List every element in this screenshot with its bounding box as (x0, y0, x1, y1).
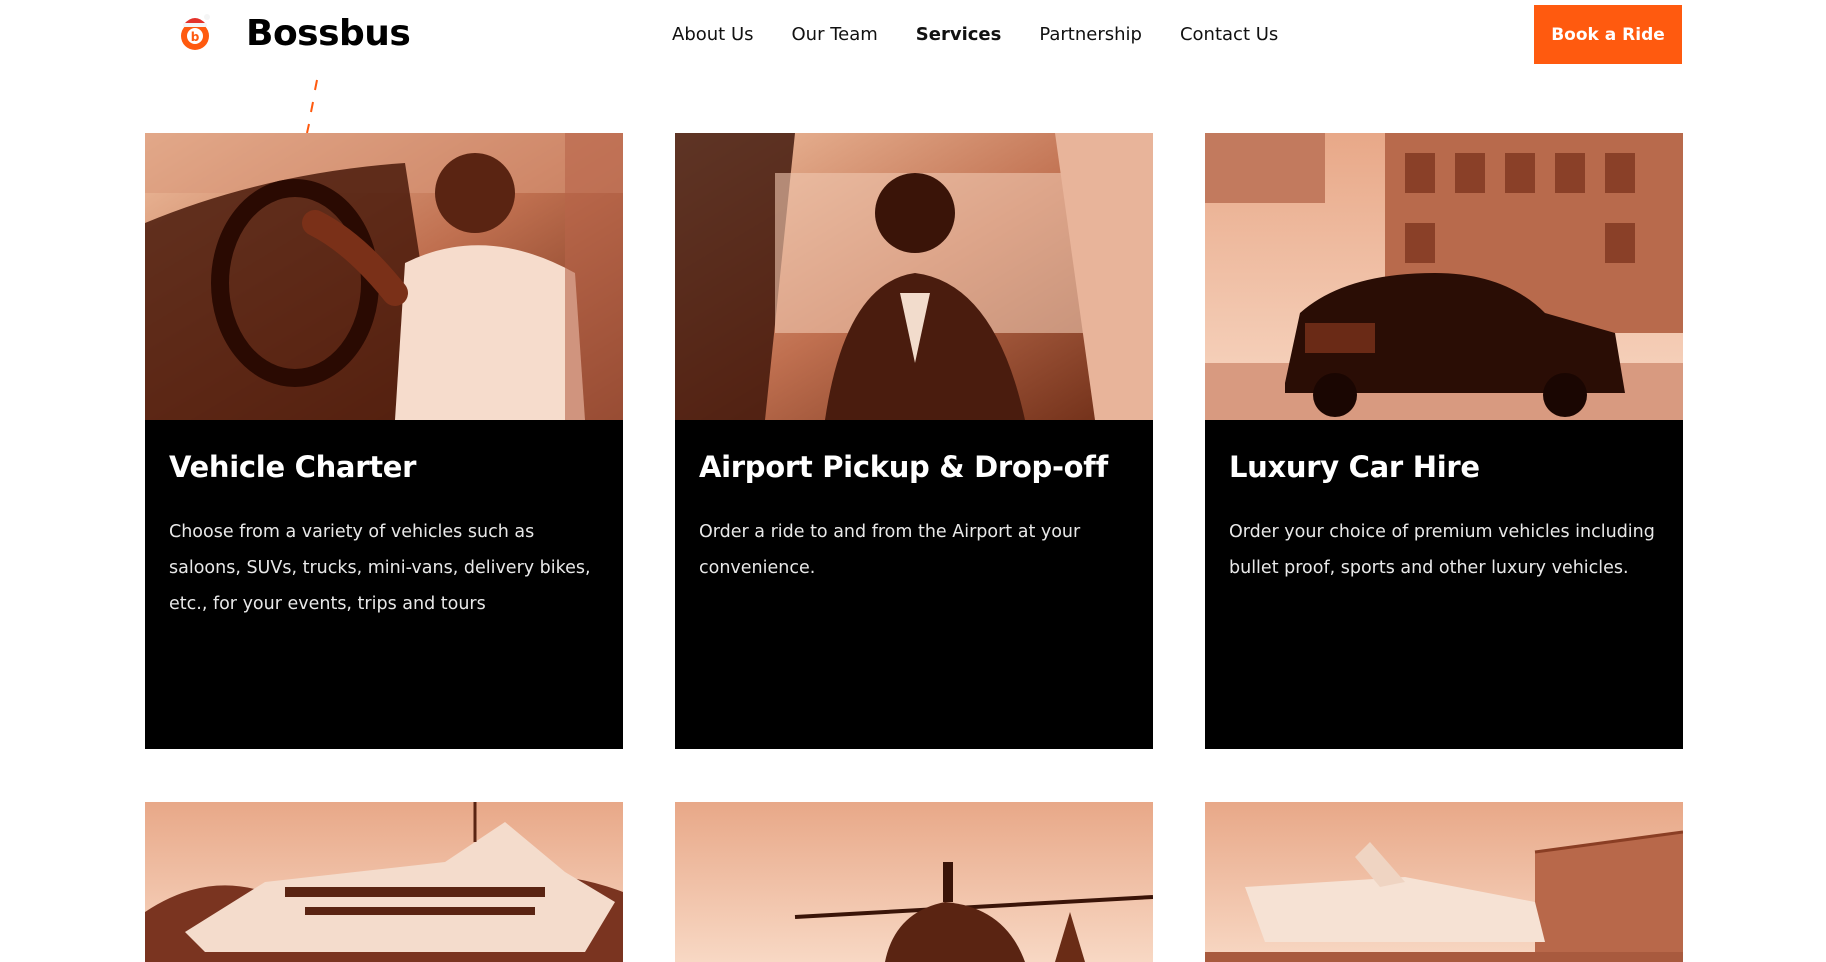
service-card-luxury-car-hire[interactable]: Luxury Car Hire Order your choice of pre… (1205, 133, 1683, 749)
service-title: Airport Pickup & Drop-off (699, 450, 1108, 484)
service-description: Order your choice of premium vehicles in… (1229, 522, 1655, 578)
service-card-helicopter[interactable] (675, 802, 1153, 962)
service-description: Order a ride to and from the Airport at … (699, 522, 1081, 578)
service-title: Luxury Car Hire (1229, 450, 1480, 484)
service-card-yacht[interactable] (145, 802, 623, 962)
driver-at-wheel-photo (145, 133, 623, 420)
decorative-dashes (306, 79, 318, 134)
svg-text:b: b (191, 30, 200, 44)
bus-badge-santa-hat-icon[interactable]: b (178, 12, 212, 52)
main-nav: About Us Our Team Services Partnership C… (672, 22, 1316, 48)
service-card-body: Vehicle Charter Choose from a variety of… (145, 420, 623, 749)
service-description: Choose from a variety of vehicles such a… (169, 522, 591, 614)
helicopter-photo (675, 802, 1153, 962)
brand-name[interactable]: Bossbus (246, 12, 411, 56)
service-card-private-jet[interactable] (1205, 802, 1683, 962)
service-title: Vehicle Charter (169, 450, 417, 484)
nav-item-services[interactable]: Services (916, 22, 1002, 48)
private-jet-photo (1205, 802, 1683, 962)
passenger-in-back-seat-photo (675, 133, 1153, 420)
luxury-sedan-photo (1205, 133, 1683, 420)
nav-item-our-team[interactable]: Our Team (792, 22, 878, 48)
service-card-body: Airport Pickup & Drop-off Order a ride t… (675, 420, 1153, 749)
service-card-vehicle-charter[interactable]: Vehicle Charter Choose from a variety of… (145, 133, 623, 749)
nav-item-partnership[interactable]: Partnership (1039, 22, 1142, 48)
service-card-airport-pickup[interactable]: Airport Pickup & Drop-off Order a ride t… (675, 133, 1153, 749)
nav-item-contact-us[interactable]: Contact Us (1180, 22, 1278, 48)
book-a-ride-button[interactable]: Book a Ride (1534, 5, 1682, 64)
service-card-body: Luxury Car Hire Order your choice of pre… (1205, 420, 1683, 749)
site-header: b Bossbus About Us Our Team Services Par… (0, 0, 1826, 70)
nav-item-about-us[interactable]: About Us (672, 22, 754, 48)
yacht-photo (145, 802, 623, 962)
